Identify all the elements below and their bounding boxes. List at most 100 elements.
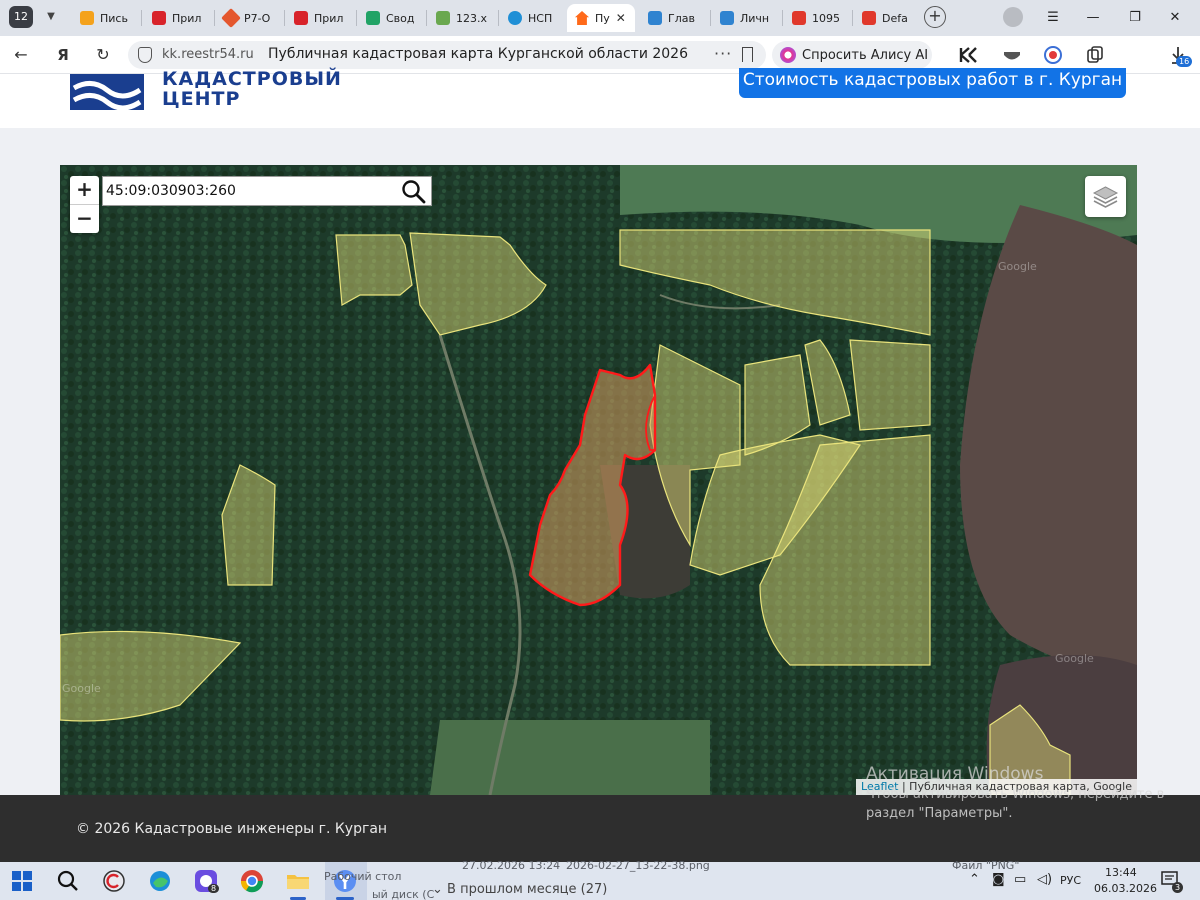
tab-attachment-2[interactable]: Прил: [286, 4, 354, 32]
tray-expand-icon[interactable]: ⌃: [969, 872, 980, 887]
language-indicator[interactable]: РУС: [1060, 874, 1081, 887]
tab-nspd[interactable]: НСП: [500, 4, 564, 32]
windows-start-icon[interactable]: [9, 868, 35, 894]
tab-label: 1095: [812, 11, 840, 25]
profile-avatar[interactable]: [1003, 7, 1023, 27]
tab-r7-office[interactable]: Р7-О: [216, 4, 282, 32]
reload-icon[interactable]: ↻: [90, 42, 116, 68]
cadastral-center-logo-icon[interactable]: [70, 74, 144, 110]
file-explorer-icon[interactable]: [285, 868, 311, 894]
tab-1095[interactable]: 1095: [784, 4, 850, 32]
extension-target-icon[interactable]: [1043, 45, 1063, 65]
tab-list-chevron-icon[interactable]: ▼: [40, 6, 62, 28]
search-icon[interactable]: [401, 179, 427, 205]
cadastral-number-input[interactable]: [106, 179, 396, 203]
browser-tab-strip: 12 ▼ Пись Прил Р7-О Прил Свод 123.х НСП …: [0, 0, 1200, 36]
collections-icon[interactable]: [1085, 45, 1105, 65]
cadastral-search-box: [102, 176, 432, 206]
edge-icon[interactable]: [147, 868, 173, 894]
downloads-badge: 16: [1176, 56, 1193, 67]
document-favicon-icon: [862, 11, 876, 25]
app-favicon-icon: [294, 11, 308, 25]
layers-button[interactable]: [1085, 176, 1126, 217]
tab-label: Свод: [386, 11, 415, 25]
windows-activation-line1: Чтобы активировать Windows, перейдите в: [866, 787, 1165, 802]
sheet-favicon-icon: [366, 11, 380, 25]
minimize-window-icon[interactable]: —: [1082, 7, 1104, 29]
telegram-badge: 8: [208, 884, 220, 893]
extension-shield-icon[interactable]: [1002, 45, 1022, 65]
tab-123-xlsx[interactable]: 123.х: [428, 4, 496, 32]
gov-favicon-icon: [648, 11, 662, 25]
zoom-controls: + −: [70, 176, 99, 233]
tab-personal[interactable]: Личн: [712, 4, 780, 32]
tab-separator: [852, 10, 853, 26]
parcel[interactable]: [335, 234, 413, 306]
r7-favicon-icon: [221, 8, 241, 28]
display-icon[interactable]: ▭: [1014, 872, 1026, 887]
url-omnibox[interactable]: kk.reestr54.ru Публичная кадастровая кар…: [128, 41, 766, 69]
close-window-icon[interactable]: ✕: [1164, 7, 1186, 29]
tab-main[interactable]: Глав: [640, 4, 708, 32]
url-page-title[interactable]: Публичная кадастровая карта Курганской о…: [268, 46, 688, 62]
tab-mail[interactable]: Пись: [72, 4, 138, 32]
google-watermark: Google: [998, 260, 1037, 273]
ask-alice-label: Спросить Алису AI: [802, 47, 929, 63]
site-header: КАДАСТРОВЫЙ ЦЕНТР Стоимость кадастровых …: [0, 68, 1200, 128]
back-arrow-icon[interactable]: ←: [8, 42, 34, 68]
explorer-group-last-month: ⌄ В прошлом месяце (27): [432, 882, 608, 897]
tab-label: Р7-О: [244, 11, 271, 25]
volume-icon[interactable]: ◁): [1037, 872, 1052, 887]
ask-alice-button[interactable]: Спросить Алису AI: [772, 41, 932, 69]
site-footer: © 2026 Кадастровые инженеры г. Курган: [0, 795, 1200, 862]
close-tab-icon[interactable]: ✕: [616, 11, 626, 25]
document-favicon-icon: [792, 11, 806, 25]
zoom-in-button[interactable]: +: [70, 176, 99, 204]
parcel[interactable]: [849, 339, 931, 431]
tab-summary-sheet[interactable]: Свод: [358, 4, 424, 32]
tab-attachment-1[interactable]: Прил: [144, 4, 212, 32]
satellite-imagery[interactable]: [60, 165, 1137, 795]
explorer-group-label: В прошлом месяце (27): [447, 882, 608, 897]
restore-window-icon[interactable]: ❐: [1124, 7, 1146, 29]
tab-public-cadastral-map[interactable]: Пу ✕: [567, 4, 635, 32]
google-watermark: Google: [1055, 652, 1094, 665]
extension-k-icon[interactable]: [958, 45, 978, 65]
explorer-disk-item: ый диск (С: [372, 888, 435, 900]
tab-count-button[interactable]: 12: [9, 6, 33, 28]
explorer-file-date: 27.02.2026 13:24: [462, 859, 561, 872]
app-c-icon[interactable]: [101, 868, 127, 894]
bookmark-icon[interactable]: [742, 47, 753, 62]
yandex-logo-icon[interactable]: Я: [50, 42, 76, 68]
tab-label: Прил: [172, 11, 202, 25]
field-bottom: [430, 720, 710, 795]
tab-label: Пись: [100, 11, 128, 25]
explorer-file-name: 2026-02-27_13-22-38.png: [566, 859, 710, 872]
clock-time[interactable]: 13:44: [1105, 866, 1137, 879]
tab-separator: [141, 10, 142, 26]
tab-label: Прил: [314, 11, 344, 25]
windows-taskbar: 8 Рабочий стол ый диск (С 27.02.2026 13:…: [0, 859, 1200, 900]
search-icon[interactable]: [55, 868, 81, 894]
zoom-out-button[interactable]: −: [70, 205, 99, 233]
new-tab-button[interactable]: +: [924, 6, 946, 28]
chrome-icon[interactable]: [239, 868, 265, 894]
layers-icon: [1092, 186, 1119, 208]
explorer-file-type: Файл "PNG": [952, 859, 1020, 872]
browser-menu-icon[interactable]: ☰: [1042, 7, 1064, 29]
tab-label: 123.х: [456, 11, 488, 25]
shield-icon[interactable]: [138, 47, 152, 63]
tab-default[interactable]: Defa: [854, 4, 918, 32]
nspd-favicon-icon: [508, 11, 522, 25]
tab-label: НСП: [528, 11, 553, 25]
camera-icon[interactable]: ◙: [992, 872, 1005, 887]
tab-label: Пу: [595, 11, 610, 25]
mail-favicon-icon: [80, 11, 94, 25]
home-favicon-icon: [575, 11, 589, 25]
cadastral-works-price-button[interactable]: Стоимость кадастровых работ в г. Курган: [739, 68, 1126, 98]
cadastral-map[interactable]: Google Google Google + − Leaflet | Публи…: [60, 165, 1137, 795]
more-options-icon[interactable]: ···: [714, 44, 732, 63]
clock-date[interactable]: 06.03.2026: [1094, 882, 1157, 895]
url-domain[interactable]: kk.reestr54.ru: [162, 47, 254, 62]
alice-icon: [780, 47, 796, 63]
